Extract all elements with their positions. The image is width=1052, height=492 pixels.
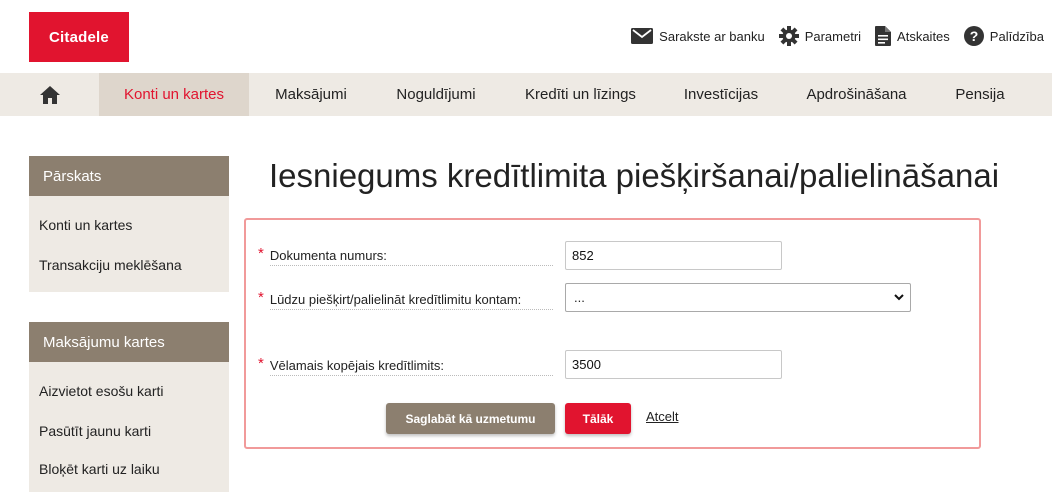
gear-icon bbox=[778, 26, 799, 46]
sidebar-item-accounts-cards[interactable]: Konti un kartes bbox=[29, 217, 229, 233]
sidebar-item-order-card[interactable]: Pasūtīt jaunu karti bbox=[29, 423, 229, 439]
required-mark: * bbox=[258, 355, 264, 372]
reports-link[interactable]: Atskaites bbox=[875, 26, 950, 46]
save-draft-button[interactable]: Saglabāt kā uzmetumu bbox=[386, 403, 555, 434]
nav-home[interactable] bbox=[0, 73, 99, 116]
sidebar-payment-cards: Maksājumu kartes Aizvietot esošu karti P… bbox=[29, 322, 229, 492]
svg-text:?: ? bbox=[970, 28, 979, 44]
nav-pension[interactable]: Pensija bbox=[933, 73, 1027, 116]
citadele-logo[interactable]: Citadele bbox=[29, 12, 129, 62]
messages-link-label: Sarakste ar banku bbox=[659, 28, 765, 44]
nav-accounts-cards[interactable]: Konti un kartes bbox=[99, 73, 249, 116]
messages-link[interactable]: Sarakste ar banku bbox=[631, 28, 765, 44]
help-icon: ? bbox=[963, 26, 984, 46]
desired-limit-input[interactable] bbox=[565, 350, 782, 379]
document-number-label: Dokumenta numurs: bbox=[269, 248, 553, 266]
nav-payments[interactable]: Maksājumi bbox=[249, 73, 373, 116]
reports-link-label: Atskaites bbox=[897, 28, 950, 44]
help-link-label: Palīdzība bbox=[989, 28, 1044, 44]
nav-loans-leasing[interactable]: Kredīti un līzings bbox=[499, 73, 662, 116]
chevron-down-icon bbox=[894, 294, 904, 301]
settings-link[interactable]: Parametri bbox=[778, 26, 862, 46]
account-label: Lūdzu piešķirt/palielināt kredītlimitu k… bbox=[269, 292, 553, 310]
top-utility-links: Sarakste ar banku Parametri Atskaites ? … bbox=[617, 26, 1044, 46]
account-row: * Lūdzu piešķirt/palielināt kredītlimitu… bbox=[258, 289, 553, 310]
sidebar-overview: Pārskats Konti un kartes Transakciju mek… bbox=[29, 156, 229, 292]
nav-investments[interactable]: Investīcijas bbox=[662, 73, 780, 116]
credit-limit-form: * Dokumenta numurs: * Lūdzu piešķirt/pal… bbox=[244, 218, 981, 449]
home-icon bbox=[39, 85, 60, 104]
account-select-value: ... bbox=[574, 290, 585, 305]
nav-insurance[interactable]: Apdrošināšana bbox=[780, 73, 933, 116]
help-link[interactable]: ? Palīdzība bbox=[963, 26, 1044, 46]
desired-limit-label: Vēlamais kopējais kredītlimits: bbox=[269, 358, 553, 376]
desired-limit-row: * Vēlamais kopējais kredītlimits: bbox=[258, 355, 553, 376]
settings-link-label: Parametri bbox=[804, 28, 862, 44]
next-button[interactable]: Tālāk bbox=[565, 403, 631, 434]
sidebar-item-transaction-search[interactable]: Transakciju meklēšana bbox=[29, 257, 229, 273]
document-icon bbox=[875, 26, 892, 46]
sidebar-item-block-card[interactable]: Bloķēt karti uz laiku bbox=[29, 461, 229, 477]
main-navigation: Konti un kartes Maksājumi Noguldījumi Kr… bbox=[0, 73, 1052, 116]
page-title: Iesniegums kredītlimita piešķiršanai/pal… bbox=[269, 157, 1000, 194]
required-mark: * bbox=[258, 289, 264, 306]
sidebar-item-replace-card[interactable]: Aizvietot esošu karti bbox=[29, 383, 229, 399]
sidebar-overview-title: Pārskats bbox=[29, 156, 229, 196]
required-mark: * bbox=[258, 245, 264, 262]
account-select[interactable]: ... bbox=[565, 283, 911, 312]
nav-deposits[interactable]: Noguldījumi bbox=[373, 73, 499, 116]
cancel-link[interactable]: Atcelt bbox=[646, 409, 679, 424]
document-number-input[interactable] bbox=[565, 241, 782, 270]
document-number-row: * Dokumenta numurs: bbox=[258, 245, 553, 266]
envelope-icon bbox=[631, 28, 654, 44]
sidebar-payment-cards-title: Maksājumu kartes bbox=[29, 322, 229, 362]
